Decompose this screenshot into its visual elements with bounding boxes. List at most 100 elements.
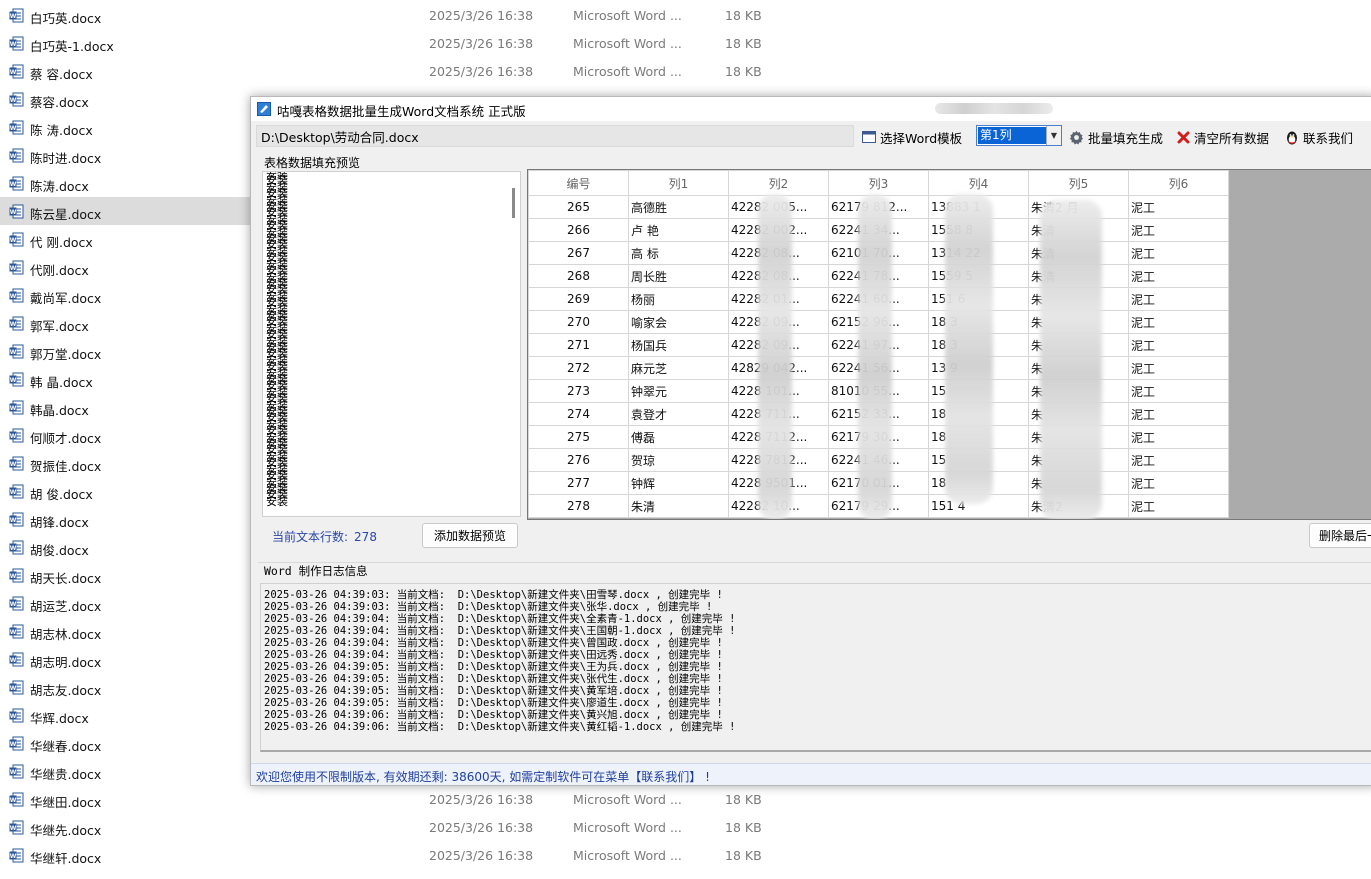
file-name: 华继轩.docx <box>30 851 102 866</box>
table-cell[interactable]: 泥工 <box>1128 448 1229 472</box>
file-name: 华继贵.docx <box>30 767 102 782</box>
column-header[interactable]: 编号 <box>528 170 629 196</box>
table-cell[interactable]: 泥工 <box>1128 264 1229 288</box>
table-cell[interactable]: 276 <box>528 448 629 472</box>
select-template-label: 选择Word模板 <box>880 130 963 146</box>
word-document-icon: W <box>9 120 24 135</box>
table-cell[interactable]: 傅磊 <box>628 425 729 449</box>
file-name: 胡志明.docx <box>30 655 102 670</box>
word-document-icon: W <box>9 512 24 527</box>
table-cell[interactable]: 266 <box>528 218 629 242</box>
table-cell[interactable]: 271 <box>528 333 629 357</box>
log-section-label: Word 制作日志信息 <box>264 563 372 579</box>
log-line: 2025-03-26 04:39:06: 当前文档: D:\Desktop\新建… <box>264 721 736 733</box>
chevron-down-icon[interactable]: ▼ <box>1046 126 1061 145</box>
file-row[interactable]: W 白巧英.docx 2025/3/26 16:38 Microsoft Word .… <box>0 1 1371 29</box>
log-line: 2025-03-26 04:39:05: 当前文档: D:\Desktop\新建… <box>264 697 723 709</box>
penguin-icon <box>1285 130 1299 145</box>
text-list-item[interactable]: 安装 <box>266 495 326 507</box>
add-preview-button[interactable]: 添加数据预览 <box>422 523 518 548</box>
table-cell[interactable]: 袁登才 <box>628 402 729 426</box>
text-line-list[interactable]: 安装 安装 安装 安装 安装 安装 安装 安装 安装 安装 安装 安装 安装 安装 安装 安装 安装 安装 安装 安装… <box>262 171 521 517</box>
select-template-button[interactable]: 选择Word模板 <box>862 126 962 148</box>
table-cell[interactable]: 泥工 <box>1128 333 1229 357</box>
column-select[interactable]: 第1列 ▼ <box>976 125 1062 146</box>
table-cell[interactable]: 泥工 <box>1128 356 1229 380</box>
table-cell[interactable]: 泥工 <box>1128 195 1229 219</box>
word-document-icon: W <box>9 64 24 79</box>
file-size: 18 KB <box>725 8 762 23</box>
gear-icon <box>1069 130 1084 145</box>
table-cell[interactable]: 钟翠元 <box>628 379 729 403</box>
app-window: 咕嘎表格数据批量生成Word文档系统 正式版 选择Word模板 第1列 ▼ 批量… <box>250 96 1371 786</box>
table-cell[interactable]: 267 <box>528 241 629 265</box>
word-document-icon: W <box>9 456 24 471</box>
table-cell[interactable]: 麻元芝 <box>628 356 729 380</box>
table-cell[interactable]: 贺琼 <box>628 448 729 472</box>
svg-text:W: W <box>10 685 17 692</box>
word-document-icon: W <box>9 176 24 191</box>
log-line: 2025-03-26 04:39:03: 当前文档: D:\Desktop\新建… <box>264 589 723 601</box>
table-cell[interactable]: 265 <box>528 195 629 219</box>
svg-text:W: W <box>10 601 17 608</box>
app-icon <box>257 102 271 116</box>
text-list-scrollbar[interactable] <box>510 174 518 512</box>
column-header[interactable]: 列6 <box>1128 170 1229 196</box>
table-cell[interactable]: 泥工 <box>1128 218 1229 242</box>
log-textbox[interactable]: 2025-03-26 04:39:03: 当前文档: D:\Desktop\新建… <box>260 583 1371 752</box>
table-cell[interactable]: 274 <box>528 402 629 426</box>
table-cell[interactable]: 喻家会 <box>628 310 729 334</box>
contact-button[interactable]: 联系我们 <box>1285 126 1353 148</box>
file-name: 陈时进.docx <box>30 151 102 166</box>
svg-text:W: W <box>10 97 17 104</box>
delete-last-button[interactable]: 删除最后一 <box>1309 523 1371 548</box>
table-cell[interactable]: 高德胜 <box>628 195 729 219</box>
table-cell[interactable]: 268 <box>528 264 629 288</box>
table-cell[interactable]: 杨丽 <box>628 287 729 311</box>
table-cell[interactable]: 泥工 <box>1128 310 1229 334</box>
data-grid[interactable]: 编号列1列2列3列4列5列6 265高德胜42282 005...62179 8… <box>527 169 1371 520</box>
table-cell[interactable]: 杨国兵 <box>628 333 729 357</box>
file-date: 2025/3/26 16:38 <box>429 64 534 79</box>
file-row[interactable]: W 白巧英-1.docx 2025/3/26 16:38 Microsoft Word… <box>0 29 1371 57</box>
file-row[interactable]: W 华继轩.docx 2025/3/26 16:38 Microsoft Word .… <box>0 841 1371 869</box>
word-document-icon: W <box>9 680 24 695</box>
column-header[interactable]: 列2 <box>728 170 829 196</box>
table-cell[interactable]: 泥工 <box>1128 379 1229 403</box>
table-cell[interactable]: 泥工 <box>1128 241 1229 265</box>
table-cell[interactable]: 278 <box>528 494 629 518</box>
table-cell[interactable]: 269 <box>528 287 629 311</box>
table-cell[interactable]: 泥工 <box>1128 287 1229 311</box>
file-row[interactable]: W 华继田.docx 2025/3/26 16:38 Microsoft Word .… <box>0 785 1371 813</box>
file-row[interactable]: W 蔡 容.docx 2025/3/26 16:38 Microsoft Word .… <box>0 57 1371 85</box>
scrollbar-thumb[interactable] <box>512 188 515 218</box>
privacy-blur <box>945 194 993 504</box>
table-cell[interactable]: 周长胜 <box>628 264 729 288</box>
table-cell[interactable]: 泥工 <box>1128 494 1229 518</box>
column-header[interactable]: 列3 <box>828 170 929 196</box>
table-cell[interactable]: 270 <box>528 310 629 334</box>
table-cell[interactable]: 275 <box>528 425 629 449</box>
table-cell[interactable]: 泥工 <box>1128 471 1229 495</box>
table-cell[interactable]: 273 <box>528 379 629 403</box>
file-name: 郭军.docx <box>30 319 89 334</box>
file-name: 华辉.docx <box>30 711 89 726</box>
table-cell[interactable]: 卢 艳 <box>628 218 729 242</box>
table-cell[interactable]: 朱清 <box>628 494 729 518</box>
table-cell[interactable]: 泥工 <box>1128 402 1229 426</box>
table-cell[interactable]: 272 <box>528 356 629 380</box>
column-header[interactable]: 列1 <box>628 170 729 196</box>
column-header[interactable]: 列4 <box>928 170 1029 196</box>
title-bar[interactable]: 咕嘎表格数据批量生成Word文档系统 正式版 <box>251 97 1371 121</box>
word-document-icon: W <box>9 232 24 247</box>
table-cell[interactable]: 钟辉 <box>628 471 729 495</box>
table-cell[interactable]: 277 <box>528 471 629 495</box>
file-type: Microsoft Word ... <box>573 36 682 51</box>
file-row[interactable]: W 华继先.docx 2025/3/26 16:38 Microsoft Word .… <box>0 813 1371 841</box>
column-header[interactable]: 列5 <box>1028 170 1129 196</box>
table-cell[interactable]: 泥工 <box>1128 425 1229 449</box>
clear-all-button[interactable]: 清空所有数据 <box>1177 126 1269 148</box>
template-path-input[interactable] <box>256 125 854 147</box>
table-cell[interactable]: 高 标 <box>628 241 729 265</box>
batch-fill-button[interactable]: 批量填充生成 <box>1069 126 1163 148</box>
